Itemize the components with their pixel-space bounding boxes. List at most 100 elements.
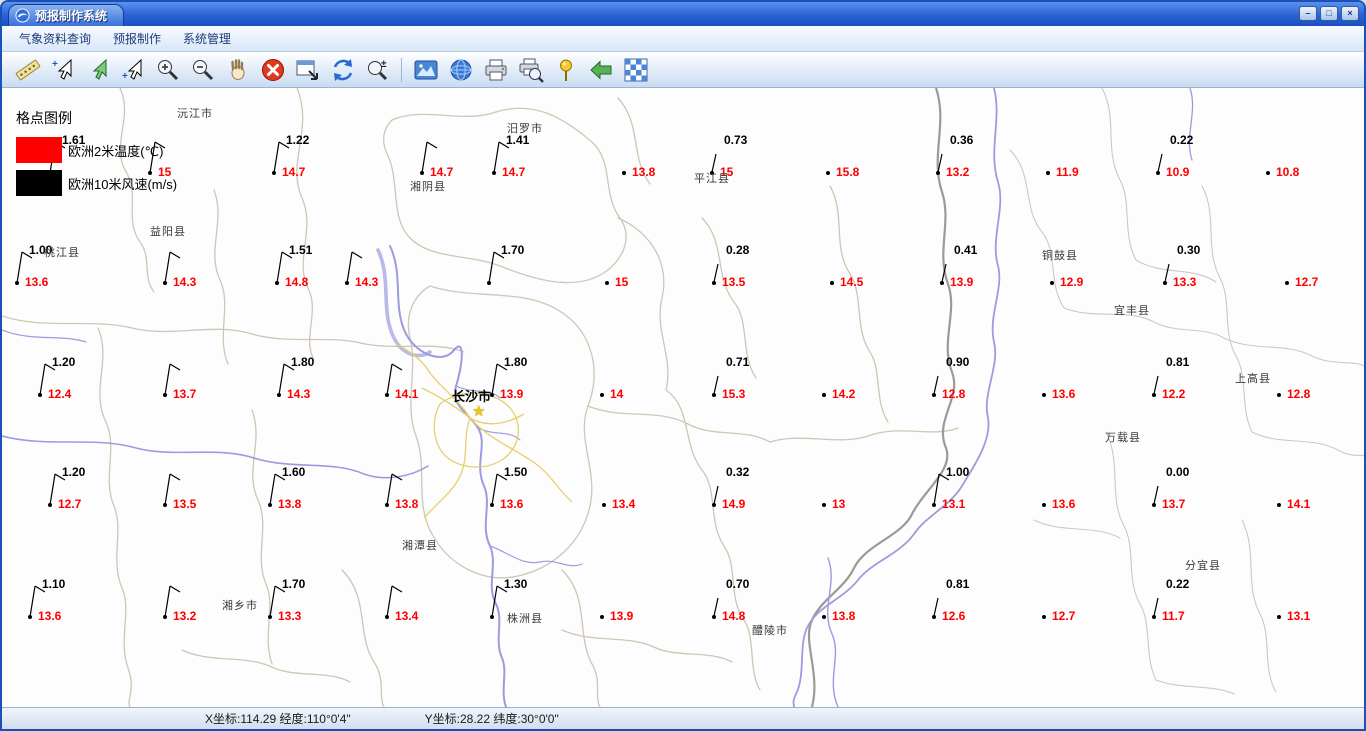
zoom-out-tool-button[interactable] <box>186 54 219 86</box>
legend-row-wind: 欧洲10米风速(m/s) <box>16 170 177 196</box>
svg-text:±: ± <box>381 59 387 70</box>
status-y-coordinate: Y坐标:28.22 纬度:30°0'0" <box>424 712 559 726</box>
wind-speed-value: 0.28 <box>726 243 750 257</box>
temperature-value: 14.9 <box>722 497 746 511</box>
refresh-tool-button[interactable] <box>326 54 359 86</box>
temperature-value: 13.9 <box>950 275 974 289</box>
station-dot <box>822 615 826 619</box>
temperature-value: 14.7 <box>282 165 306 179</box>
temperature-value: 13.8 <box>632 165 656 179</box>
station-dot <box>826 171 830 175</box>
restore-button[interactable]: □ <box>1320 6 1338 21</box>
measure-tool-button[interactable] <box>11 54 44 86</box>
select-features-icon: + <box>122 58 141 82</box>
legend-title: 格点图例 <box>16 110 72 126</box>
wind-speed-value: 1.70 <box>282 577 306 591</box>
temperature-value: 13.8 <box>278 497 302 511</box>
temperature-value: 12.8 <box>1287 387 1311 401</box>
identify-icon: ± <box>367 59 387 80</box>
wind-speed-value: 0.36 <box>950 133 974 147</box>
zoom-in-icon <box>157 59 178 80</box>
temperature-value: 14.3 <box>287 387 311 401</box>
select-add-tool-button[interactable]: + <box>46 54 79 86</box>
status-bar: X坐标:114.29 经度:110°0'4" Y坐标:28.22 纬度:30°0… <box>2 707 1364 729</box>
temperature-value: 13.2 <box>173 609 197 623</box>
select-features-tool-button[interactable]: + <box>116 54 149 86</box>
map-area[interactable]: 1.61 15 1.22 14.7 14.7 1.41 14.7 13.8 0.73 15 15.8… <box>2 88 1364 707</box>
pointer-tool-button[interactable] <box>81 54 114 86</box>
temperature-value: 12.2 <box>1162 387 1186 401</box>
minimize-button[interactable]: – <box>1299 6 1317 21</box>
temperature-value: 13.3 <box>1173 275 1197 289</box>
temperature-value: 12.7 <box>1295 275 1319 289</box>
temperature-value: 11.9 <box>1056 165 1079 179</box>
temperature-value: 14.2 <box>832 387 856 401</box>
place-label: 株洲县 <box>507 613 543 625</box>
temperature-value: 15.3 <box>722 387 746 401</box>
wind-speed-value: 0.22 <box>1166 577 1190 591</box>
zoom-in-tool-button[interactable] <box>151 54 184 86</box>
back-arrow-icon <box>589 59 611 80</box>
place-label: 沅江市 <box>177 108 213 120</box>
identify-tool-button[interactable]: ± <box>361 54 394 86</box>
globe-tool-button[interactable] <box>444 54 477 86</box>
refresh-icon <box>333 58 352 81</box>
station-dot <box>1042 393 1046 397</box>
station-dot <box>605 281 609 285</box>
image-view-tool-button[interactable] <box>409 54 442 86</box>
place-label: 分宜县 <box>1185 560 1221 572</box>
temperature-value: 13.6 <box>1052 387 1076 401</box>
wind-speed-value: 1.00 <box>946 465 970 479</box>
menu-weather-data-query[interactable]: 气象资料查询 <box>8 26 102 51</box>
menu-system-management[interactable]: 系统管理 <box>172 26 242 51</box>
place-label: 上高县 <box>1235 373 1271 385</box>
wind-speed-value: 0.81 <box>946 577 970 591</box>
station-dot <box>602 503 606 507</box>
back-tool-button[interactable] <box>584 54 617 86</box>
temperature-value: 13.2 <box>946 165 970 179</box>
pan-tool-button[interactable] <box>221 54 254 86</box>
close-button[interactable]: × <box>1341 6 1359 21</box>
grid-icon <box>624 58 647 81</box>
temperature-value: 12.8 <box>942 387 966 401</box>
station-dot <box>1046 171 1050 175</box>
station-dot <box>622 171 626 175</box>
svg-text:+: + <box>122 71 128 82</box>
menu-bar: 气象资料查询 预报制作 系统管理 <box>2 26 1364 52</box>
station-dot <box>830 281 834 285</box>
wind-speed-value: 1.50 <box>504 465 528 479</box>
window-controls: – □ × <box>1296 6 1359 21</box>
temperature-value: 12.4 <box>48 387 72 401</box>
grid-points-layer: 1.61 15 1.22 14.7 14.7 1.41 14.7 13.8 0.73 15 15.8… <box>2 88 1364 707</box>
delete-tool-button[interactable] <box>256 54 289 86</box>
wind-speed-value: 1.51 <box>289 243 313 257</box>
station-dot <box>600 393 604 397</box>
menu-forecast-production[interactable]: 预报制作 <box>102 26 172 51</box>
station-dot <box>1042 503 1046 507</box>
export-view-tool-button[interactable] <box>291 54 324 86</box>
grid-tool-button[interactable] <box>619 54 652 86</box>
temperature-value: 13.1 <box>1287 609 1311 623</box>
temperature-value: 10.9 <box>1166 165 1190 179</box>
temperature-value: 13.9 <box>610 609 634 623</box>
measure-icon <box>15 59 40 80</box>
wind-speed-value: 1.70 <box>501 243 525 257</box>
temperature-value: 12.9 <box>1060 275 1084 289</box>
print-preview-tool-button[interactable] <box>514 54 547 86</box>
legend-label-wind: 欧洲10米风速(m/s) <box>68 176 178 192</box>
temperature-value: 13.8 <box>832 609 856 623</box>
temperature-value: 13.3 <box>278 609 302 623</box>
place-label: 铜鼓县 <box>1042 250 1078 262</box>
wind-speed-value: 0.81 <box>1166 355 1190 369</box>
wind-speed-value: 0.70 <box>726 577 750 591</box>
temperature-value: 13.4 <box>612 497 636 511</box>
temperature-value: 13.9 <box>500 387 524 401</box>
city-star-marker: ★ <box>472 403 486 420</box>
placemark-tool-button[interactable] <box>549 54 582 86</box>
delete-icon <box>261 58 284 81</box>
wind-speed-value: 1.80 <box>504 355 528 369</box>
pointer-icon <box>92 58 106 80</box>
station-dot <box>1277 615 1281 619</box>
print-tool-button[interactable] <box>479 54 512 86</box>
temperature-value: 13.6 <box>500 497 524 511</box>
